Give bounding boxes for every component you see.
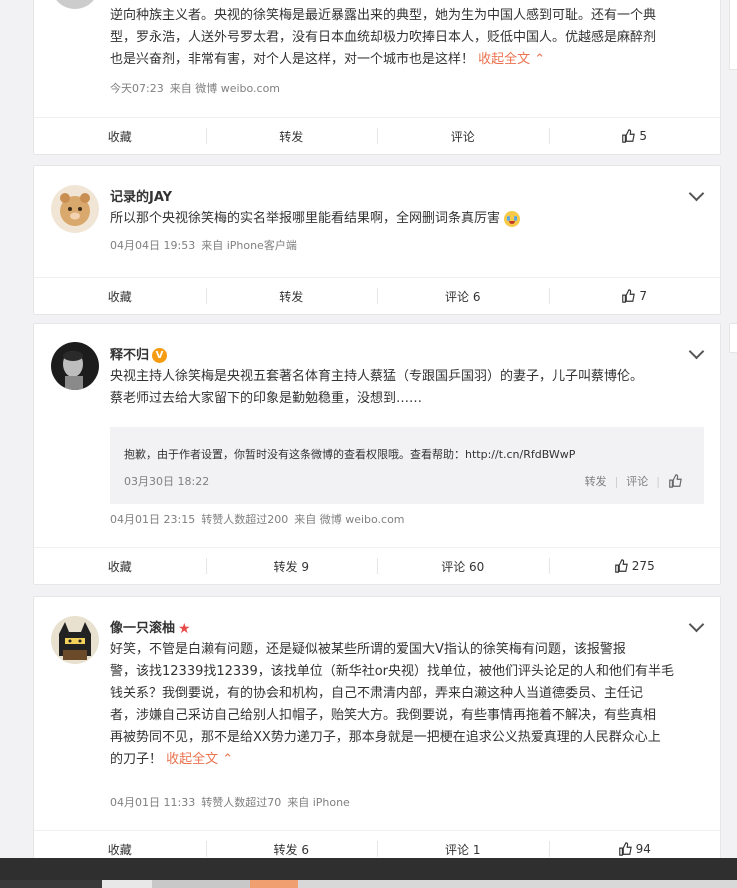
- post-source[interactable]: 来自 微博 weibo.com: [170, 82, 280, 95]
- bottom-bar-segment: [152, 880, 250, 888]
- repost-comment-button[interactable]: 评论: [626, 473, 648, 489]
- action-bar: 收藏 转发 评论 6 7: [34, 277, 720, 314]
- post-time[interactable]: 04月01日 23:15: [110, 513, 195, 526]
- post-source[interactable]: 来自 iPhone客户端: [201, 239, 297, 252]
- thumbs-up-icon: [622, 289, 636, 303]
- chevron-down-icon[interactable]: [688, 185, 705, 202]
- repost-box: 抱歉，由于作者设置，你暂时没有这条微博的查看权限哦。查看帮助：http://t.…: [110, 427, 704, 504]
- user-name[interactable]: 释不归 V: [110, 344, 168, 363]
- favorite-button[interactable]: 收藏: [34, 548, 206, 584]
- post-meta: 04月01日 11:33 转赞人数超过70 来自 iPhone: [110, 794, 356, 810]
- bottom-bar-segment: [250, 880, 298, 888]
- thumbs-up-icon[interactable]: [668, 474, 682, 488]
- post-source[interactable]: 来自 微博 weibo.com: [294, 513, 404, 526]
- bottom-bar-segment: [102, 880, 152, 888]
- repost-button[interactable]: 转发: [205, 118, 378, 154]
- post-meta: 今天07:23 来自 微博 weibo.com: [110, 80, 286, 96]
- action-bar: 收藏 转发 9 评论 60 275: [34, 547, 720, 584]
- bottom-bar-segment: [0, 880, 102, 888]
- chevron-down-icon[interactable]: [688, 343, 705, 360]
- comment-button[interactable]: 评论: [377, 118, 549, 154]
- verified-badge-icon: V: [152, 348, 168, 363]
- favorite-button[interactable]: 收藏: [34, 118, 206, 154]
- post-time[interactable]: 今天07:23: [110, 82, 164, 95]
- post-content: 好笑，不管是白濑有问题，还是疑似被某些所谓的爱国大V指认的徐笑梅有问题，该报警报…: [110, 642, 675, 767]
- post-content: 所以那个央视徐笑梅的实名举报哪里能看结果啊，全网删词条真厉害: [110, 208, 700, 230]
- thumbs-up-icon: [618, 842, 632, 856]
- repost-button[interactable]: 转发 9: [205, 548, 378, 584]
- side-panel: [729, 0, 737, 70]
- like-button[interactable]: 5: [548, 118, 721, 154]
- post-card: 逆向种族主义者。央视的徐笑梅是最近暴露出来的典型，她为生为中国人感到可耻。还有一…: [33, 0, 721, 155]
- post-card: 像一只滚柚 ★ 好笑，不管是白濑有问题，还是疑似被某些所谓的爱国大V指认的徐笑梅有…: [33, 596, 721, 868]
- star-badge-icon: ★: [178, 620, 191, 637]
- favorite-button[interactable]: 收藏: [34, 278, 206, 314]
- post-content: 央视主持人徐笑梅是央视五套著名体育主持人蔡猛（专跟国乒国羽）的妻子，儿子叫蔡博伦…: [110, 369, 644, 406]
- avatar[interactable]: [51, 616, 99, 664]
- avatar[interactable]: [51, 342, 99, 390]
- comment-button[interactable]: 评论 6: [377, 278, 549, 314]
- avatar-image: [51, 616, 99, 664]
- like-button[interactable]: 7: [548, 278, 721, 314]
- post-time[interactable]: 04月01日 11:33: [110, 796, 195, 809]
- comment-button[interactable]: 评论 60: [377, 548, 549, 584]
- avatar-image: [51, 342, 99, 390]
- avatar[interactable]: [51, 185, 99, 233]
- action-bar: 收藏 转发 评论 5: [34, 117, 720, 154]
- post-meta: 04月01日 23:15 转赞人数超过200 来自 微博 weibo.com: [110, 511, 411, 527]
- post-source[interactable]: 来自 iPhone: [287, 796, 350, 809]
- chevron-down-icon[interactable]: [688, 616, 705, 633]
- repost-button[interactable]: 转发: [205, 278, 378, 314]
- user-name[interactable]: 像一只滚柚 ★: [110, 617, 191, 637]
- thumbs-up-icon: [614, 559, 628, 573]
- side-panel: [729, 323, 737, 353]
- avatar[interactable]: [51, 0, 99, 9]
- crying-emoji-icon: [504, 210, 521, 227]
- reposts-info: 转赞人数超过200: [201, 513, 289, 526]
- bottom-bar: [0, 858, 737, 888]
- user-name[interactable]: 记录的JAY: [110, 186, 172, 205]
- post-card: 记录的JAY 所以那个央视徐笑梅的实名举报哪里能看结果啊，全网删词条真厉害 04…: [33, 165, 721, 315]
- collapse-link[interactable]: 收起全文 ⌃: [478, 52, 545, 67]
- thumbs-up-icon: [622, 129, 636, 143]
- bottom-bar-segment: [298, 880, 737, 888]
- avatar-image: [51, 185, 99, 233]
- repost-repost-button[interactable]: 转发: [585, 473, 607, 489]
- repost-time[interactable]: 03月30日 18:22: [124, 473, 209, 489]
- reposts-info: 转赞人数超过70: [201, 796, 282, 809]
- chevron-up-icon: ⌃: [530, 52, 546, 67]
- repost-text: 抱歉，由于作者设置，你暂时没有这条微博的查看权限哦。查看帮助：http://t.…: [124, 448, 576, 461]
- chevron-up-icon: ⌃: [218, 752, 234, 767]
- repost-actions: 转发 | 评论 |: [585, 473, 682, 489]
- post-meta: 04月04日 19:53 来自 iPhone客户端: [110, 237, 303, 253]
- collapse-link[interactable]: 收起全文 ⌃: [166, 752, 233, 767]
- like-button[interactable]: 275: [548, 548, 721, 584]
- post-time[interactable]: 04月04日 19:53: [110, 239, 195, 252]
- post-card: 释不归 V 央视主持人徐笑梅是央视五套著名体育主持人蔡猛（专跟国乒国羽）的妻子，儿…: [33, 323, 721, 585]
- post-content: 逆向种族主义者。央视的徐笑梅是最近暴露出来的典型，她为生为中国人感到可耻。还有一…: [110, 8, 657, 67]
